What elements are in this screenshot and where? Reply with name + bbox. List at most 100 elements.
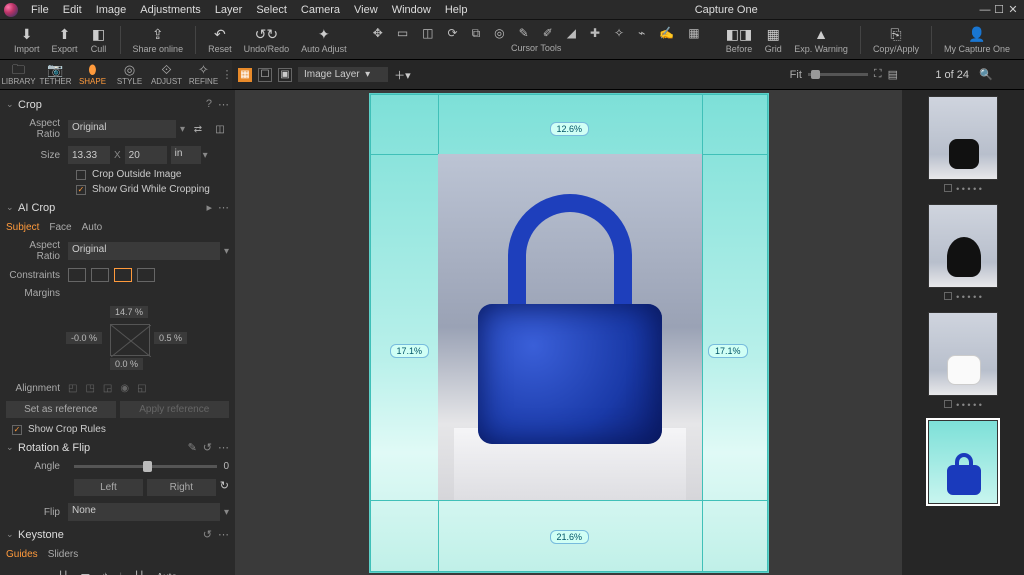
maximize-icon[interactable]: ☐ [992,3,1006,16]
tab-tether[interactable]: 📷TETHER [37,60,74,89]
cursor-crop-icon[interactable]: ◫ [422,26,433,41]
aicrop-tab-face[interactable]: Face [49,222,71,233]
aicrop-section-header[interactable]: ⌄ AI Crop ▸⋯ [6,197,229,218]
show-crop-rules-checkbox[interactable]: ✓Show Crop Rules [6,422,229,437]
cursor-keystone-icon[interactable]: ⧉ [472,26,481,41]
rotate-tool-icon[interactable]: ✎ [188,441,197,454]
constraint-fill-button[interactable] [137,268,155,282]
crop-aspect-select[interactable]: Original [68,120,176,138]
layer-select[interactable]: Image Layer ▾ [298,67,388,82]
aicrop-aspect-select[interactable]: Original [68,242,220,260]
aicrop-run-icon[interactable]: ▸ [206,201,212,214]
crop-showgrid-checkbox[interactable]: ✓Show Grid While Cropping [6,182,229,197]
zoom-expand-icon[interactable]: ⛶ [874,68,882,81]
thumbnail-item-selected[interactable] [908,420,1018,504]
before-after-button[interactable]: ◧◨Before [726,25,753,54]
more-icon[interactable]: ⋯ [218,98,229,111]
menu-camera[interactable]: Camera [294,4,347,16]
browser-search-icon[interactable]: 🔍 [979,68,993,81]
margin-top-input[interactable]: 14.7 % [110,306,148,318]
crop-tool-icon[interactable]: ◫ [211,120,229,138]
cursor-erase-icon[interactable]: ✐ [543,26,553,41]
view-mode-multi-icon[interactable]: ☐ [258,68,272,82]
menu-adjustments[interactable]: Adjustments [133,4,208,16]
more-icon[interactable]: ⋯ [218,528,229,541]
more-icon[interactable]: ⋯ [218,201,229,214]
margin-left-input[interactable]: -0.0 % [66,332,102,344]
zoom-slider[interactable] [808,73,868,76]
constraint-right-button[interactable] [91,268,109,282]
view-mode-single-icon[interactable]: ▦ [238,68,252,82]
cursor-spot-icon[interactable]: ◎ [494,26,504,41]
align-tc-icon[interactable]: ◳ [85,383,94,394]
copy-apply-button[interactable]: ⎘Copy/Apply [873,25,919,54]
aicrop-tab-auto[interactable]: Auto [82,222,103,233]
rotate-right-button[interactable]: Right [147,479,216,496]
tab-library[interactable]: 🗀LIBRARY [0,60,37,89]
reset-button[interactable]: ↶Reset [208,25,232,54]
rotate-reset-icon[interactable]: ↻ [220,479,229,496]
tab-adjust[interactable]: ⟐ADJUST [148,60,185,89]
view-mode-proof-icon[interactable]: ▣ [278,68,292,82]
tab-more-icon[interactable]: ⋮ [222,60,232,89]
import-button[interactable]: ⬇Import [14,25,40,54]
cursor-gradient-icon[interactable]: ◢ [567,26,576,41]
cursor-annotation-icon[interactable]: ✍ [659,26,674,41]
margin-right-input[interactable]: 0.5 % [154,332,187,344]
align-tl-icon[interactable]: ◰ [68,383,77,394]
aicrop-tab-subject[interactable]: Subject [6,222,39,233]
reset-icon[interactable]: ↺ [203,528,212,541]
thumbnail-browser[interactable]: • • • • • • • • • • • • • • • [902,90,1024,575]
my-capture-one-button[interactable]: 👤My Capture One [944,25,1010,54]
thumbnail-item[interactable]: • • • • • [908,204,1018,302]
cursor-magic-icon[interactable]: ✧ [614,26,624,41]
cursor-pan-icon[interactable]: ✥ [373,26,383,41]
rotation-section-header[interactable]: ⌄ Rotation & Flip ✎↺⋯ [6,437,229,458]
crop-height-input[interactable] [125,146,167,164]
cursor-overlay-icon[interactable]: ▦ [688,26,699,41]
align-cc-icon[interactable]: ◉ [120,383,129,394]
minimize-icon[interactable]: — [978,4,992,16]
share-online-button[interactable]: ⇪Share online [133,25,184,54]
cull-button[interactable]: ◧Cull [90,25,108,54]
undo-redo-button[interactable]: ↺↻Undo/Redo [244,25,290,54]
cursor-brush-icon[interactable]: ✎ [519,26,529,41]
cursor-heal-icon[interactable]: ✚ [590,26,600,41]
rotate-left-button[interactable]: Left [74,479,143,496]
add-layer-icon[interactable]: ＋▾ [394,67,411,83]
align-br-icon[interactable]: ◱ [137,383,146,394]
set-reference-button[interactable]: Set as reference [6,401,116,418]
menu-image[interactable]: Image [89,4,134,16]
menu-help[interactable]: Help [438,4,475,16]
reset-icon[interactable]: ↺ [203,441,212,454]
auto-adjust-button[interactable]: ✦Auto Adjust [301,25,347,54]
cursor-select-icon[interactable]: ▭ [397,26,408,41]
cursor-picker-icon[interactable]: ⌁ [638,26,645,41]
menu-view[interactable]: View [347,4,385,16]
keystone-tab-sliders[interactable]: Sliders [48,549,79,560]
keystone-tab-guides[interactable]: Guides [6,549,38,560]
crop-outside-checkbox[interactable]: Crop Outside Image [6,167,229,182]
constraint-left-button[interactable] [68,268,86,282]
thumbnail-item[interactable]: • • • • • [908,96,1018,194]
zoom-browser-icon[interactable]: ▤ [888,68,898,81]
menu-edit[interactable]: Edit [56,4,89,16]
crop-lock-icon[interactable]: ⇄ [189,120,207,138]
crop-canvas[interactable]: 12.6% 17.1% 17.1% 21.6% [369,93,769,573]
angle-slider[interactable] [74,465,217,468]
tab-refine[interactable]: ✧REFINE [185,60,222,89]
thumbnail-item[interactable]: • • • • • [908,312,1018,410]
keystone-section-header[interactable]: ⌄ Keystone ↺⋯ [6,524,229,545]
menu-window[interactable]: Window [385,4,438,16]
grid-button[interactable]: ▦Grid [764,25,782,54]
crop-unit-select[interactable]: in [171,146,201,164]
apply-reference-button[interactable]: Apply reference [120,401,230,418]
more-icon[interactable]: ⋯ [218,441,229,454]
tab-shape[interactable]: ⬮SHAPE [74,60,111,89]
margin-bottom-input[interactable]: 0.0 % [110,358,143,370]
tab-style[interactable]: ◎STYLE [111,60,148,89]
exp-warning-button[interactable]: ▲Exp. Warning [794,25,848,54]
close-icon[interactable]: ✕ [1006,3,1020,16]
fit-label[interactable]: Fit [790,69,802,81]
menu-file[interactable]: File [24,4,56,16]
